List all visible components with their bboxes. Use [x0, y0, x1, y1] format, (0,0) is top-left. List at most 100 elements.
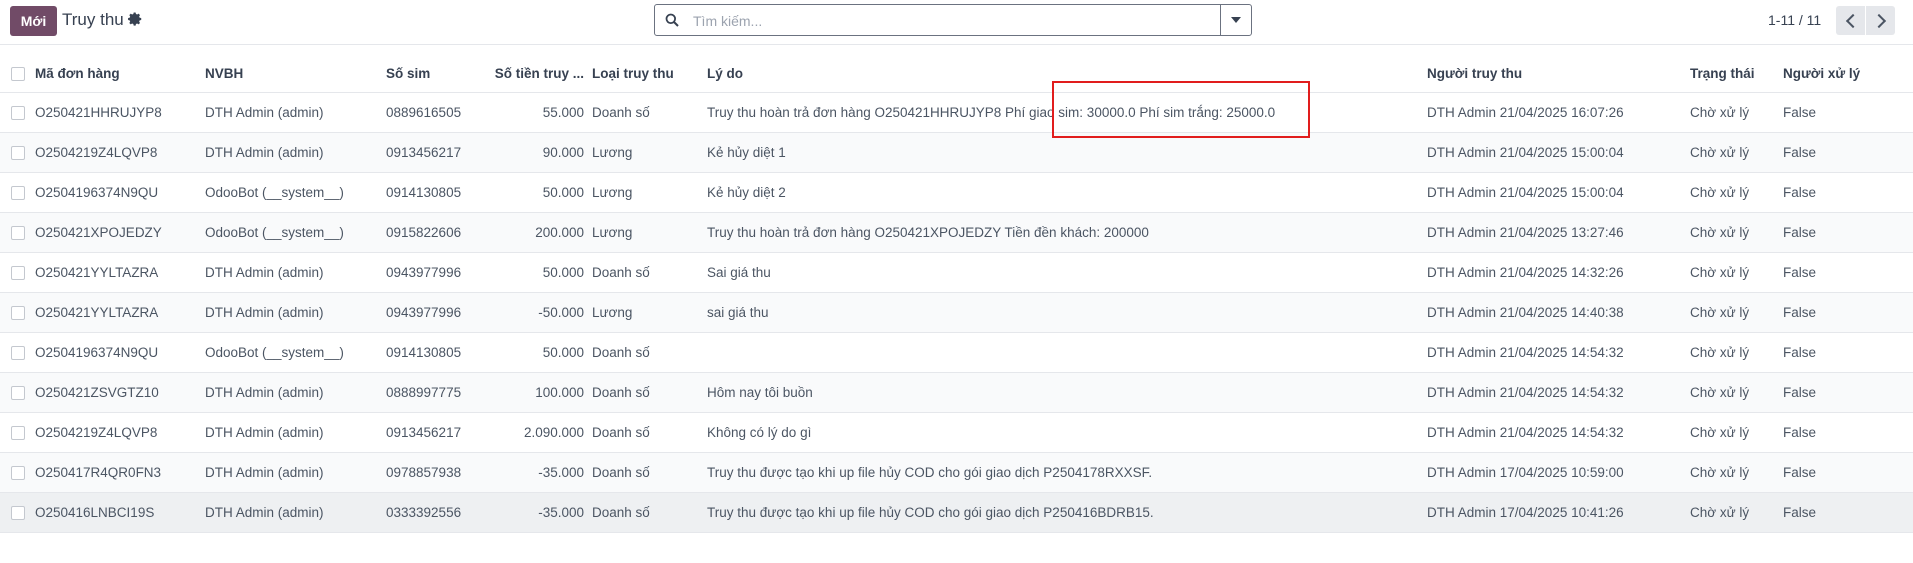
- table-cell: Chờ xử lý: [1686, 92, 1779, 133]
- table-cell: DTH Admin (admin): [201, 372, 382, 413]
- table-cell: 0943977996: [382, 252, 487, 293]
- table-cell: Doanh số: [588, 92, 703, 133]
- table-cell: sai giá thu: [703, 292, 1423, 333]
- select-all-checkbox[interactable]: [0, 54, 31, 93]
- table-cell: DTH Admin (admin): [201, 252, 382, 293]
- column-header[interactable]: Trạng thái: [1686, 54, 1779, 93]
- table-cell: DTH Admin 21/04/2025 13:27:46: [1423, 212, 1686, 253]
- row-checkbox[interactable]: [0, 492, 31, 533]
- table-cell: False: [1779, 252, 1913, 293]
- table-cell: Truy thu hoàn trả đơn hàng O250421HHRUJY…: [703, 92, 1423, 133]
- table-cell: 0914130805: [382, 172, 487, 213]
- table-cell: O250417R4QR0FN3: [31, 452, 201, 493]
- search-input[interactable]: [691, 10, 1215, 32]
- table-cell: O250421YYLTAZRA: [31, 292, 201, 333]
- table-cell: Truy thu được tạo khi up file hủy COD ch…: [703, 492, 1423, 533]
- new-button[interactable]: Mới: [10, 6, 57, 36]
- gear-icon[interactable]: [128, 12, 142, 26]
- row-checkbox[interactable]: [0, 212, 31, 253]
- table-row[interactable]: O2504219Z4LQVP8 DTH Admin (admin) 09134562…: [0, 412, 1913, 453]
- table-cell: 0915822606: [382, 212, 487, 253]
- table-cell: 90.000: [487, 132, 588, 173]
- table-cell: Doanh số: [588, 412, 703, 453]
- table-row[interactable]: O2504219Z4LQVP8 DTH Admin (admin) 09134562…: [0, 132, 1913, 173]
- table-cell: DTH Admin 21/04/2025 14:40:38: [1423, 292, 1686, 333]
- row-checkbox[interactable]: [0, 452, 31, 493]
- table-cell: Lương: [588, 132, 703, 173]
- table-row[interactable]: O250421XPOJEDZY OdooBot (__system__) 09158…: [0, 212, 1913, 253]
- table-cell: Lương: [588, 172, 703, 213]
- table-cell: Chờ xử lý: [1686, 492, 1779, 533]
- table-row[interactable]: O2504196374N9QU OdooBot (__system__) 09141…: [0, 332, 1913, 373]
- row-checkbox[interactable]: [0, 372, 31, 413]
- table-cell: Kẻ hủy diệt 2: [703, 172, 1423, 213]
- column-header[interactable]: Số tiền truy ...: [487, 54, 588, 93]
- row-checkbox[interactable]: [0, 132, 31, 173]
- table-row[interactable]: O250421HHRUJYP8 DTH Admin (admin) 08896165…: [0, 92, 1913, 133]
- table-cell: DTH Admin (admin): [201, 292, 382, 333]
- table-cell: O250421YYLTAZRA: [31, 252, 201, 293]
- table-cell: Doanh số: [588, 252, 703, 293]
- column-header[interactable]: Số sim: [382, 54, 487, 93]
- table-row[interactable]: O250421YYLTAZRA DTH Admin (admin) 09439779…: [0, 292, 1913, 333]
- row-checkbox[interactable]: [0, 172, 31, 213]
- table-cell: Doanh số: [588, 452, 703, 493]
- table-cell: Chờ xử lý: [1686, 172, 1779, 213]
- table-cell: False: [1779, 172, 1913, 213]
- table-cell: Sai giá thu: [703, 252, 1423, 293]
- table-cell: 50.000: [487, 252, 588, 293]
- pager-next-button[interactable]: [1866, 6, 1895, 35]
- table-cell: False: [1779, 412, 1913, 453]
- table-cell: Lương: [588, 292, 703, 333]
- table-cell: 0913456217: [382, 412, 487, 453]
- row-checkbox[interactable]: [0, 92, 31, 133]
- search-options-toggle[interactable]: [1220, 5, 1251, 35]
- table-row[interactable]: O2504196374N9QU OdooBot (__system__) 09141…: [0, 172, 1913, 213]
- table-cell: Chờ xử lý: [1686, 252, 1779, 293]
- table-cell: O250421ZSVGTZ10: [31, 372, 201, 413]
- row-checkbox[interactable]: [0, 332, 31, 373]
- table-cell: Lương: [588, 212, 703, 253]
- row-checkbox[interactable]: [0, 292, 31, 333]
- table-cell: DTH Admin 21/04/2025 14:54:32: [1423, 412, 1686, 453]
- row-checkbox[interactable]: [0, 412, 31, 453]
- table-cell: O250421HHRUJYP8: [31, 92, 201, 133]
- table-cell: DTH Admin (admin): [201, 452, 382, 493]
- table-cell: False: [1779, 492, 1913, 533]
- table-header-row: Mã đơn hàng NVBH Số sim Số tiền truy ...…: [0, 54, 1913, 93]
- table-cell: 0943977996: [382, 292, 487, 333]
- page-title: Truy thu: [62, 10, 124, 29]
- table-cell: False: [1779, 372, 1913, 413]
- chevron-left-icon: [1845, 13, 1860, 28]
- chevron-right-icon: [1871, 13, 1886, 28]
- pager-value[interactable]: 1-11 / 11: [1768, 12, 1821, 28]
- table-cell: DTH Admin 17/04/2025 10:59:00: [1423, 452, 1686, 493]
- row-checkbox[interactable]: [0, 252, 31, 293]
- table-cell: False: [1779, 132, 1913, 173]
- table-row[interactable]: O250417R4QR0FN3 DTH Admin (admin) 09788579…: [0, 452, 1913, 493]
- table-cell: O2504219Z4LQVP8: [31, 412, 201, 453]
- table-cell: DTH Admin 21/04/2025 16:07:26: [1423, 92, 1686, 133]
- table-row[interactable]: O250416LNBCI19S DTH Admin (admin) 03333925…: [0, 492, 1913, 533]
- table-cell: 0978857938: [382, 452, 487, 493]
- column-header[interactable]: Người truy thu: [1423, 54, 1686, 93]
- pager-previous-button[interactable]: [1836, 6, 1865, 35]
- column-header[interactable]: Lý do: [703, 54, 1423, 93]
- table-cell: DTH Admin (admin): [201, 132, 382, 173]
- table-cell: 50.000: [487, 172, 588, 213]
- column-header[interactable]: NVBH: [201, 54, 382, 93]
- table-cell: Truy thu hoàn trả đơn hàng O250421XPOJED…: [703, 212, 1423, 253]
- control-panel: Mới Truy thu 1-11 / 11: [0, 0, 1913, 45]
- search-bar[interactable]: [654, 4, 1252, 36]
- table-row[interactable]: O250421ZSVGTZ10 DTH Admin (admin) 08889977…: [0, 372, 1913, 413]
- table-cell: 100.000: [487, 372, 588, 413]
- column-header[interactable]: Người xử lý: [1779, 54, 1913, 93]
- table-row[interactable]: O250421YYLTAZRA DTH Admin (admin) 09439779…: [0, 252, 1913, 293]
- table-cell: DTH Admin 21/04/2025 15:00:04: [1423, 172, 1686, 213]
- table-cell: DTH Admin 17/04/2025 10:41:26: [1423, 492, 1686, 533]
- table-cell: Doanh số: [588, 492, 703, 533]
- table-cell: Chờ xử lý: [1686, 412, 1779, 453]
- table-cell: Kẻ hủy diệt 1: [703, 132, 1423, 173]
- column-header[interactable]: Mã đơn hàng: [31, 54, 201, 93]
- column-header[interactable]: Loại truy thu: [588, 54, 703, 93]
